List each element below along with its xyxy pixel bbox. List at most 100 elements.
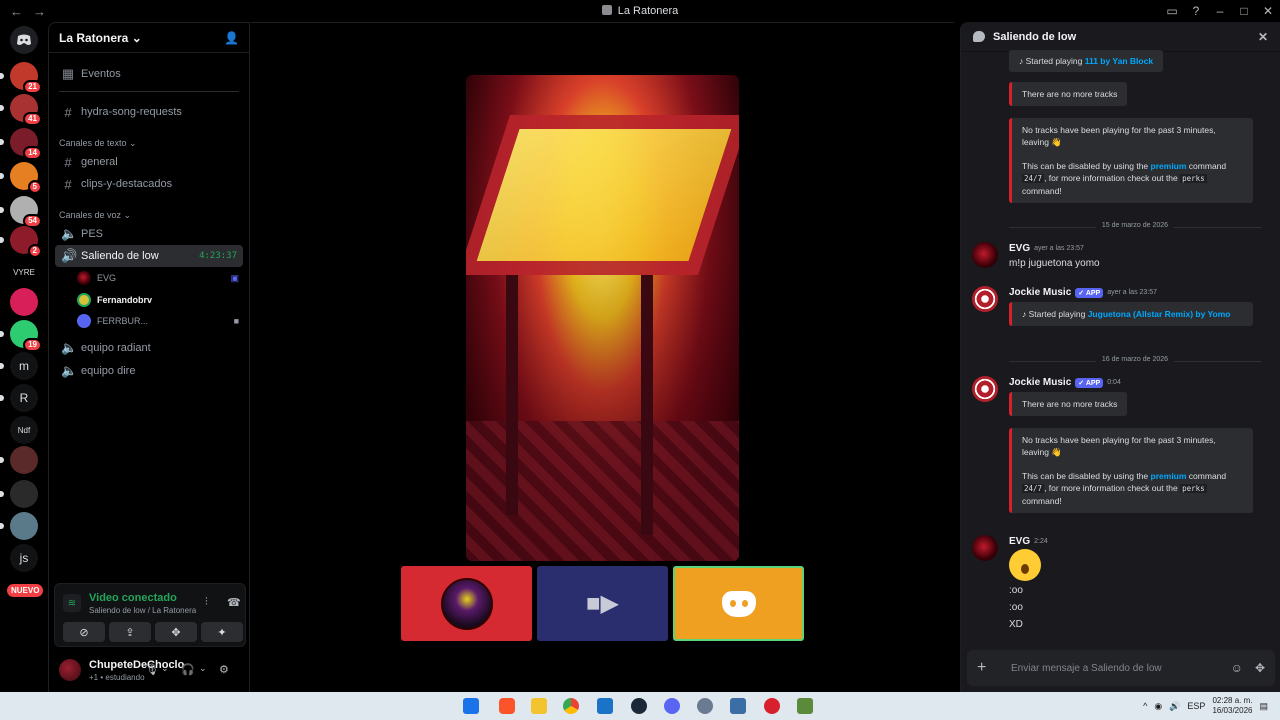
voice-channel-pes[interactable]: 🔈 PES xyxy=(55,223,243,245)
camera-off-button[interactable]: ⊘ xyxy=(63,622,105,642)
premium-link[interactable]: premium xyxy=(1151,161,1187,171)
headphones-icon[interactable]: 🎧 xyxy=(181,663,195,676)
screen-share-button[interactable]: ⇪ xyxy=(109,622,151,642)
chrome-icon[interactable] xyxy=(563,698,579,714)
soundboard-button[interactable]: ✦ xyxy=(201,622,243,642)
network-icon[interactable]: ◉ xyxy=(1154,701,1162,712)
settings-icon[interactable] xyxy=(697,698,713,714)
app-badge: ✓ APP xyxy=(1075,377,1104,388)
server-icon[interactable]: 21 xyxy=(10,62,42,94)
embed-text: This can be disabled by using the xyxy=(1022,161,1151,171)
language-indicator[interactable]: ESP xyxy=(1187,701,1205,711)
emoji-picker-icon[interactable]: ☺ xyxy=(1231,661,1243,675)
settings-gear-icon[interactable]: ⚙ xyxy=(219,663,229,676)
microphone-icon[interactable]: 🎙 xyxy=(145,663,159,676)
server-icon[interactable]: 41 xyxy=(10,94,42,126)
chevron-down-icon[interactable]: ⌄ xyxy=(161,663,169,674)
server-icon[interactable] xyxy=(10,288,38,316)
back-arrow-icon[interactable]: ← xyxy=(10,4,23,19)
server-icon[interactable]: 2 xyxy=(10,226,42,258)
add-user-icon[interactable]: 👤 xyxy=(224,31,239,45)
video-stream[interactable] xyxy=(466,75,739,561)
author-name[interactable]: EVG xyxy=(1009,243,1030,254)
avatar[interactable] xyxy=(59,659,81,681)
server-icon[interactable]: VYRE xyxy=(10,258,38,286)
server-icon[interactable]: 14 xyxy=(10,128,42,160)
chevron-down-icon[interactable]: ⌄ xyxy=(199,663,207,674)
steam-icon[interactable] xyxy=(631,698,647,714)
activities-button[interactable]: ✥ xyxy=(155,622,197,642)
server-icon[interactable] xyxy=(10,446,38,474)
brave-browser-icon[interactable] xyxy=(499,698,515,714)
notification-icon[interactable]: ▤ xyxy=(1259,701,1268,712)
server-icon[interactable]: Ndf xyxy=(10,416,38,444)
close-icon[interactable]: ✕ xyxy=(1258,30,1268,44)
voice-channel-path[interactable]: Saliendo de low / La Ratonera xyxy=(89,606,196,615)
windows-start-icon[interactable] xyxy=(463,698,479,714)
avatar[interactable] xyxy=(972,535,998,561)
server-icon[interactable] xyxy=(10,512,38,540)
avatar[interactable] xyxy=(972,242,998,268)
server-icon[interactable]: R xyxy=(10,384,38,412)
text-category[interactable]: Canales de texto ⌄ xyxy=(59,138,137,149)
server-icon[interactable] xyxy=(10,480,38,508)
guild-header[interactable]: La Ratonera ⌄ 👤 xyxy=(49,23,249,53)
voice-channel-radiant[interactable]: 🔈 equipo radiant xyxy=(55,337,243,359)
inbox-icon[interactable]: ▭ xyxy=(1160,4,1184,18)
avatar[interactable] xyxy=(972,286,998,312)
maximize-icon[interactable]: □ xyxy=(1232,4,1256,18)
forward-arrow-icon[interactable]: → xyxy=(33,4,46,19)
unread-indicator xyxy=(0,457,4,463)
app-icon[interactable] xyxy=(764,698,780,714)
username[interactable]: ChupeteDeChoclo xyxy=(89,659,184,671)
plus-icon[interactable]: + xyxy=(977,659,997,677)
message-input[interactable]: Enviar mensaje a Saliendo de low xyxy=(1011,663,1162,674)
channel-label: equipo dire xyxy=(81,365,136,377)
disconnect-icon[interactable]: ☎ xyxy=(227,596,241,609)
voice-channel-active[interactable]: 🔊 Saliendo de low 4:23:37 xyxy=(55,245,243,267)
help-icon[interactable]: ? xyxy=(1184,4,1208,18)
apps-icon[interactable]: ✥ xyxy=(1255,661,1265,675)
events-item[interactable]: ▦ Eventos xyxy=(55,63,243,85)
server-icon[interactable]: js xyxy=(10,544,38,572)
photos-icon[interactable] xyxy=(597,698,613,714)
track-link[interactable]: 111 by Yan Block xyxy=(1085,56,1153,66)
voice-category[interactable]: Canales de voz ⌄ xyxy=(59,210,131,221)
discord-home-icon[interactable] xyxy=(10,26,38,54)
video-table-leg xyxy=(506,275,518,515)
premium-link[interactable]: premium xyxy=(1151,471,1187,481)
close-window-icon[interactable]: ✕ xyxy=(1256,4,1280,18)
participant-tile-camera[interactable]: ■▶ xyxy=(537,566,668,641)
avatar[interactable] xyxy=(972,376,998,402)
file-explorer-icon[interactable] xyxy=(531,698,547,714)
chevron-up-icon[interactable]: ^ xyxy=(1143,701,1147,711)
signal-icon[interactable]: ≋ xyxy=(63,594,81,612)
minecraft-icon[interactable] xyxy=(797,698,813,714)
voice-user-fernando[interactable]: Fernandobrv xyxy=(77,290,243,310)
channel-label: equipo radiant xyxy=(81,342,151,354)
author-name[interactable]: EVG xyxy=(1009,536,1030,547)
channel-hydra[interactable]: # hydra-song-requests xyxy=(55,101,243,123)
volume-icon[interactable]: 🔊 xyxy=(1169,701,1180,712)
track-link[interactable]: Juguetona (Allstar Remix) by Yomo xyxy=(1088,309,1231,319)
screen-share-icon: ▣ xyxy=(230,272,239,283)
server-icon[interactable]: 19 xyxy=(10,320,42,352)
server-icon[interactable]: 54 xyxy=(10,196,42,228)
participant-tile-discord[interactable] xyxy=(673,566,804,641)
author-name[interactable]: Jockie Music xyxy=(1009,287,1071,298)
participant-tile-evg[interactable] xyxy=(401,566,532,641)
calculator-icon[interactable] xyxy=(730,698,746,714)
noise-suppression-icon[interactable]: ⫶ xyxy=(205,596,208,609)
discord-taskbar-icon[interactable] xyxy=(664,698,680,714)
channel-clips[interactable]: # clips-y-destacados xyxy=(55,173,243,195)
voice-user-evg[interactable]: EVG ▣ xyxy=(77,268,243,288)
minimize-icon[interactable]: – xyxy=(1208,4,1232,18)
voice-status[interactable]: Video conectado xyxy=(89,592,177,604)
voice-channel-dire[interactable]: 🔈 equipo dire xyxy=(55,360,243,382)
channel-general[interactable]: # general xyxy=(55,151,243,173)
server-icon[interactable]: 5 xyxy=(10,162,42,194)
server-icon[interactable]: m xyxy=(10,352,38,380)
voice-user-ferrbur[interactable]: FERRBUR... ■ xyxy=(77,311,243,331)
author-name[interactable]: Jockie Music xyxy=(1009,377,1071,388)
clock[interactable]: 02:28 a. m. 16/03/2026 xyxy=(1212,696,1252,716)
